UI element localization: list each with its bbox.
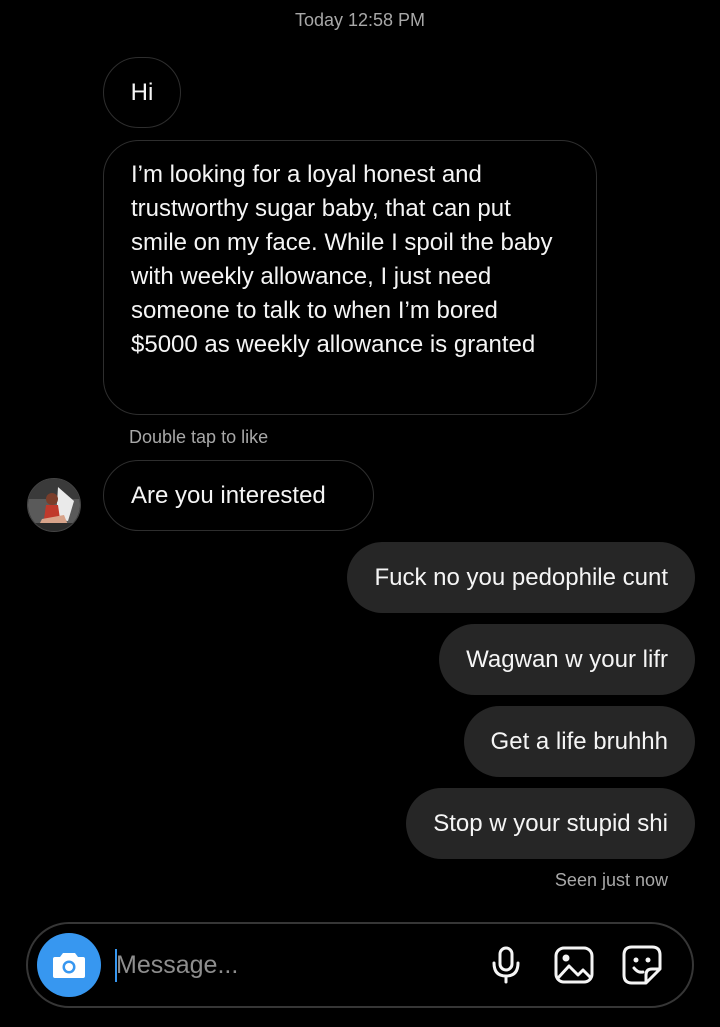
- message-text: Stop w your stupid shi: [433, 809, 668, 837]
- outgoing-message[interactable]: Fuck no you pedophile cunt: [347, 542, 695, 613]
- message-text: Fuck no you pedophile cunt: [374, 563, 668, 591]
- message-text: I’m looking for a loyal honest and trust…: [131, 161, 553, 358]
- camera-icon: [53, 953, 85, 978]
- gallery-icon: [554, 946, 594, 984]
- microphone-button[interactable]: [484, 943, 528, 987]
- camera-button[interactable]: [37, 933, 101, 997]
- gallery-button[interactable]: [552, 943, 596, 987]
- message-input[interactable]: [116, 942, 456, 988]
- microphone-icon: [492, 946, 520, 984]
- thread-timestamp: Today 12:58 PM: [294, 10, 426, 30]
- message-text: Are you interested: [131, 481, 326, 509]
- message-text: Wagwan w your lifr: [466, 645, 668, 673]
- outgoing-message[interactable]: Get a life bruhhh: [463, 706, 695, 777]
- sticker-icon: [622, 945, 662, 985]
- incoming-message[interactable]: I’m looking for a loyal honest and trust…: [103, 140, 597, 415]
- double-tap-hint: Double tap to like: [129, 427, 269, 447]
- avatar-image: [28, 479, 80, 531]
- incoming-message[interactable]: Hi: [103, 57, 181, 128]
- outgoing-message[interactable]: Wagwan w your lifr: [439, 624, 695, 695]
- message-text: Hi: [130, 78, 154, 106]
- message-composer: [26, 922, 694, 1008]
- incoming-message[interactable]: Are you interested: [103, 460, 374, 531]
- sender-avatar[interactable]: [27, 478, 81, 532]
- outgoing-message[interactable]: Stop w your stupid shi: [406, 788, 695, 859]
- seen-status: Seen just now: [554, 870, 668, 890]
- message-text: Get a life bruhhh: [490, 727, 668, 755]
- sticker-button[interactable]: [620, 943, 664, 987]
